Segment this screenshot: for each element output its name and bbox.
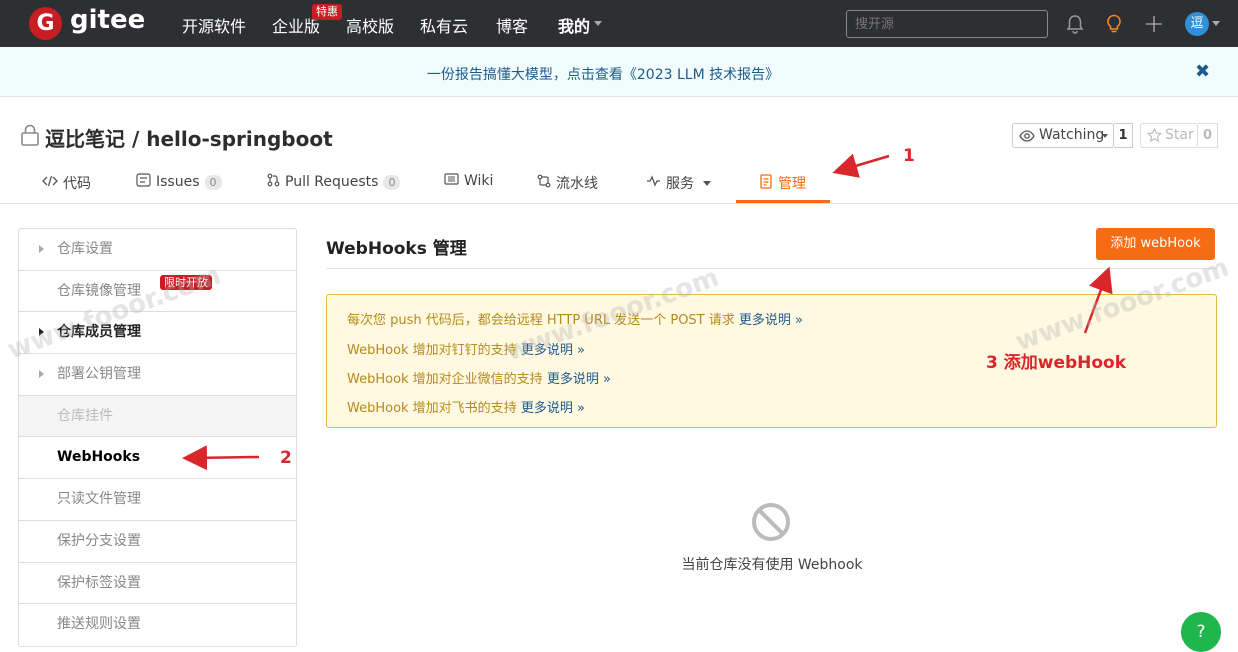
annotation-1: 1 xyxy=(903,146,915,166)
annotation-3: 3 添加webHook xyxy=(986,353,1127,373)
annotation-arrows xyxy=(182,153,1113,471)
annotation-2: 2 xyxy=(280,448,292,468)
